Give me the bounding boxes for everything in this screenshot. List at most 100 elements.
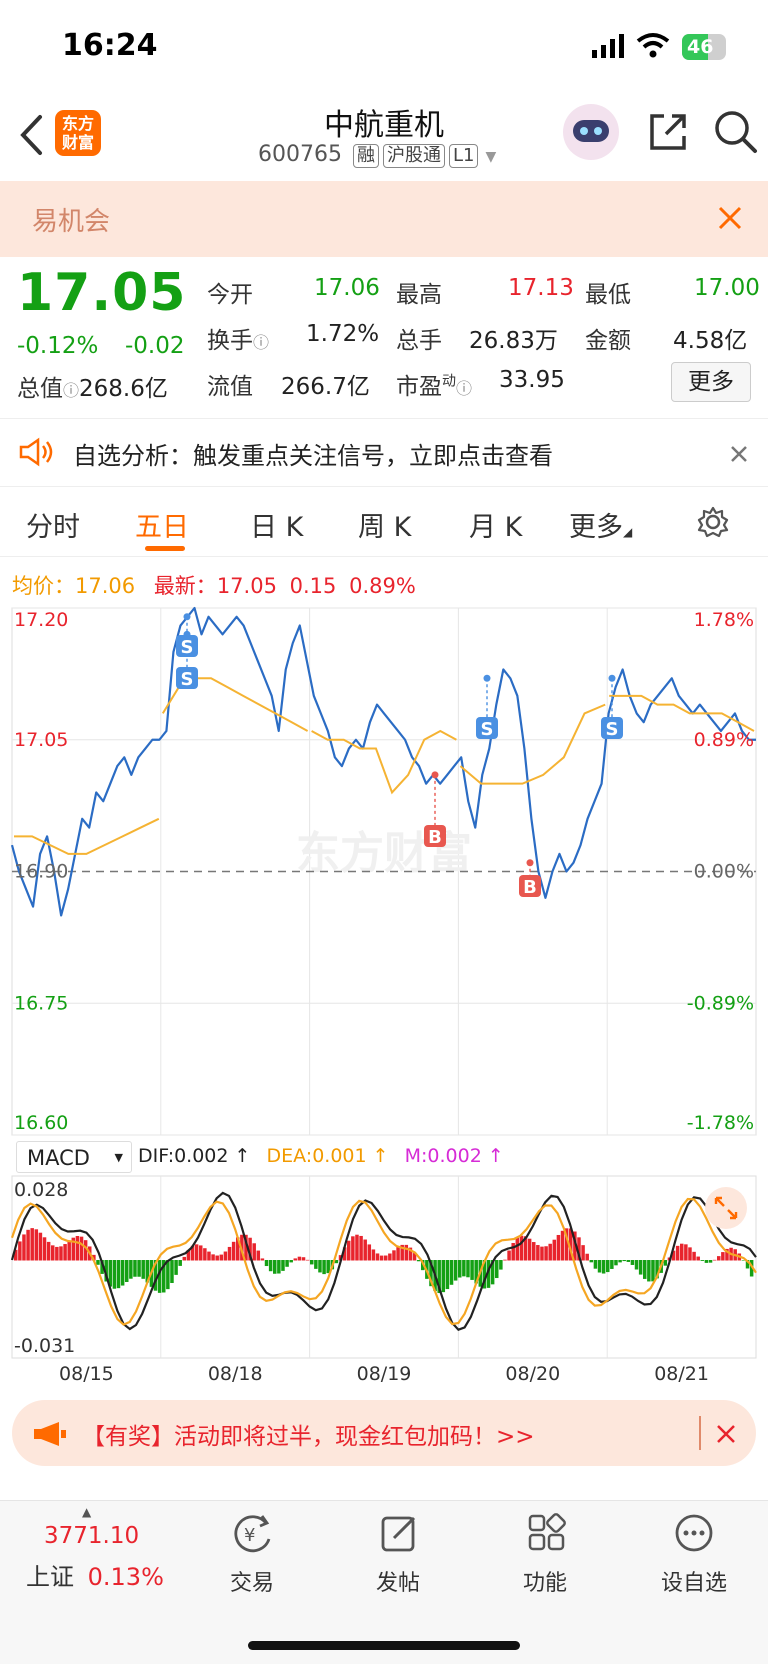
opportunity-banner[interactable]: 易机会 xyxy=(0,181,768,257)
macd-bar-negative xyxy=(273,1260,277,1274)
post-icon[interactable] xyxy=(380,1513,420,1553)
marker-label: S xyxy=(181,669,194,690)
macd-m: M:0.002 ↑ xyxy=(404,1145,504,1167)
indicator-select[interactable]: MACD ▼ xyxy=(16,1141,132,1173)
macd-bar-positive xyxy=(519,1235,524,1261)
chevron-down-icon[interactable]: ▼ xyxy=(485,149,496,165)
assistant-avatar-icon[interactable] xyxy=(563,104,619,160)
close-icon[interactable] xyxy=(717,205,743,231)
tab-more[interactable]: 更多◢ xyxy=(569,505,632,544)
promo-text: 【有奖】活动即将过半，现金红包加码！>> xyxy=(82,1424,535,1450)
nav-functions[interactable]: 功能 xyxy=(495,1565,595,1597)
marker-label: S xyxy=(181,637,194,658)
tab-daily-k[interactable]: 日 K xyxy=(250,505,303,544)
marker-point xyxy=(526,859,534,867)
macd-bar-negative xyxy=(314,1260,318,1269)
promo-banner[interactable]: 【有奖】活动即将过半，现金红包加码！>> xyxy=(12,1400,756,1466)
five-day-chart[interactable]: 东方财富17.2017.0516.9016.7516.601.78%0.89%0… xyxy=(0,568,768,1388)
macd-bar-negative xyxy=(638,1260,643,1275)
index-value[interactable]: 3771.10 xyxy=(44,1523,139,1549)
chevron-up-icon[interactable]: ▲ xyxy=(82,1505,91,1519)
badge-margin: 融 xyxy=(352,144,379,168)
nav-add-watchlist[interactable]: 设自选 xyxy=(644,1565,744,1597)
search-icon[interactable] xyxy=(714,110,758,154)
pct-tick-label: -0.89% xyxy=(687,992,754,1014)
status-time: 16:24 xyxy=(62,28,158,63)
macd-bar-positive xyxy=(63,1244,67,1261)
tab-intraday[interactable]: 分时 xyxy=(26,505,80,544)
macd-bar-negative xyxy=(495,1260,499,1279)
trade-icon[interactable]: ¥ xyxy=(230,1513,274,1553)
divider xyxy=(0,556,768,557)
macd-bar-negative xyxy=(96,1260,100,1265)
close-icon[interactable] xyxy=(730,445,748,463)
macd-bar-negative xyxy=(647,1260,651,1282)
macd-bar-positive xyxy=(367,1244,372,1261)
macd-bar-positive xyxy=(359,1235,363,1261)
macd-bar-positive xyxy=(207,1251,211,1261)
high-label: 最高 xyxy=(396,282,442,308)
pct-tick-label: 1.78% xyxy=(694,609,754,631)
macd-bar-positive xyxy=(515,1237,520,1261)
macd-bar-positive xyxy=(392,1250,396,1261)
macd-bar-positive xyxy=(684,1244,688,1261)
active-tab-indicator xyxy=(145,546,185,551)
macd-bar-negative xyxy=(630,1260,635,1265)
more-quote-button[interactable]: 更多 xyxy=(671,362,751,402)
info-icon[interactable]: ⓘ xyxy=(63,381,79,400)
divider xyxy=(0,418,768,419)
macd-bar-negative xyxy=(593,1260,598,1269)
speaker-icon xyxy=(19,437,53,467)
index-row[interactable]: 上证 0.13% xyxy=(26,1557,164,1592)
more-circle-icon[interactable] xyxy=(674,1513,714,1553)
functions-icon[interactable] xyxy=(527,1513,567,1553)
macd-bar-positive xyxy=(231,1241,236,1261)
tab-five-day[interactable]: 五日 xyxy=(135,505,189,544)
macd-bar-negative xyxy=(170,1260,174,1284)
marker-label: B xyxy=(523,877,537,898)
float-value: 266.7亿 xyxy=(281,374,370,400)
macd-dif: DIF:0.002 ↑ xyxy=(138,1145,251,1167)
status-bar: 16:24 46 xyxy=(0,0,768,96)
macd-bar-positive xyxy=(680,1243,684,1261)
macd-bar-positive xyxy=(560,1230,565,1261)
marker-point xyxy=(608,674,616,682)
macd-bar-negative xyxy=(285,1260,289,1267)
x-axis-label: 08/15 xyxy=(59,1363,114,1385)
macd-bar-positive xyxy=(211,1254,215,1261)
info-icon[interactable]: ⓘ xyxy=(253,333,269,352)
macd-bar-positive xyxy=(721,1252,725,1261)
x-axis-label: 08/21 xyxy=(654,1363,709,1385)
nav-post[interactable]: 发帖 xyxy=(348,1565,448,1597)
analysis-notice[interactable]: 自选分析：触发重点关注信号，立即点击查看 xyxy=(0,420,768,484)
macd-bar-positive xyxy=(42,1237,47,1261)
info-icon[interactable]: ⓘ xyxy=(456,379,472,398)
gear-icon[interactable] xyxy=(696,505,730,539)
nav-trade[interactable]: 交易 xyxy=(202,1565,302,1597)
macd-bar-negative xyxy=(462,1260,466,1277)
tab-weekly-k[interactable]: 周 K xyxy=(358,505,411,544)
expand-circle xyxy=(705,1187,747,1229)
macd-bar-positive xyxy=(552,1239,557,1261)
macd-bar-negative xyxy=(610,1260,614,1269)
macd-bar-positive xyxy=(503,1259,507,1261)
macd-bar-positive xyxy=(363,1239,367,1261)
macd-bar-positive xyxy=(260,1258,265,1261)
close-icon[interactable] xyxy=(716,1424,736,1444)
bottom-nav: ▲ 3771.10 上证 0.13% ¥ 交易 发帖 功能 设自选 xyxy=(0,1500,768,1664)
macd-bar-negative xyxy=(601,1260,606,1274)
high-value: 17.13 xyxy=(508,275,574,301)
tab-monthly-k[interactable]: 月 K xyxy=(469,505,522,544)
pct-tick-label: 0.89% xyxy=(694,729,754,751)
macd-bar-positive xyxy=(355,1234,359,1261)
macd-bar-positive xyxy=(548,1243,552,1261)
pct-tick-label: 0.00% xyxy=(694,861,754,883)
macd-bar-negative xyxy=(322,1260,326,1275)
megaphone-icon xyxy=(34,1422,66,1446)
share-icon[interactable] xyxy=(648,112,688,152)
macd-bar-positive xyxy=(379,1255,384,1261)
macd-bar-negative xyxy=(125,1260,129,1282)
change-pct: -0.12% xyxy=(17,333,99,359)
macd-bar-negative xyxy=(310,1260,314,1265)
index-pct: 0.13% xyxy=(87,1563,164,1591)
